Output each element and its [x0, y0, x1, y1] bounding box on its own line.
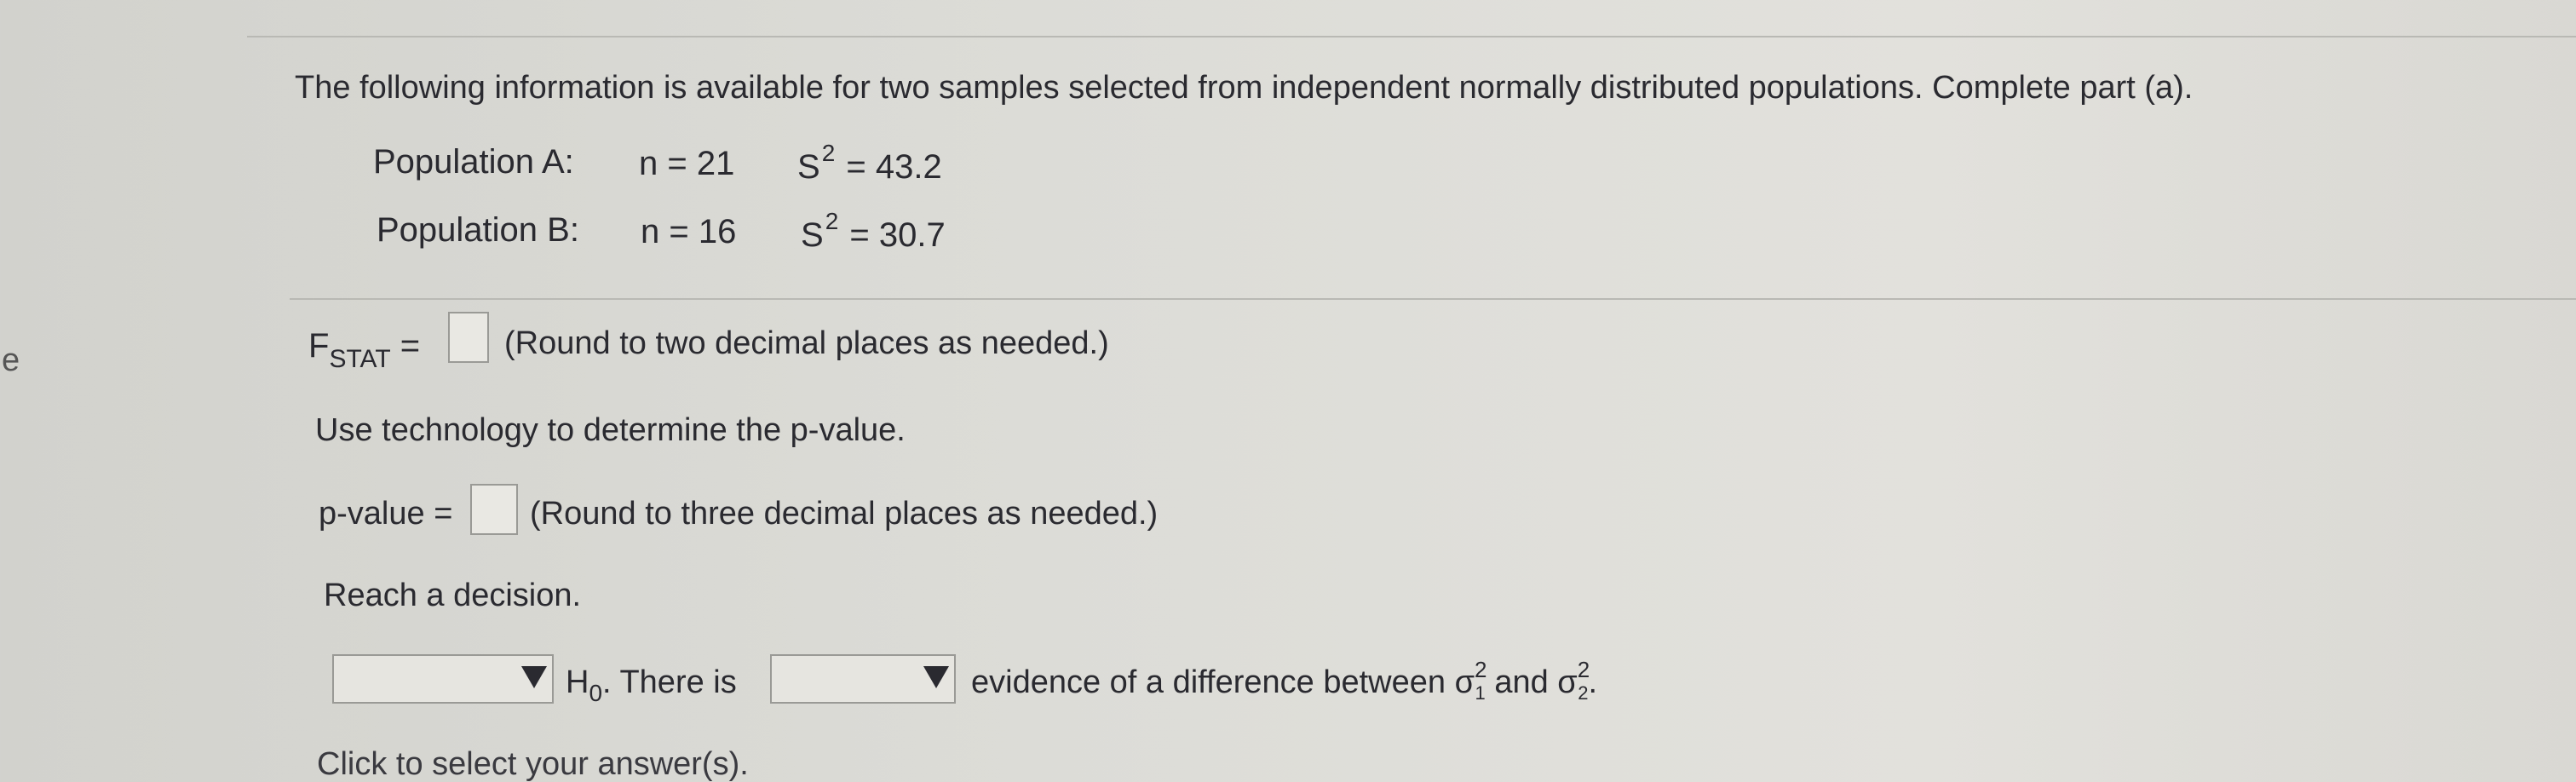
edge-letter: e [2, 342, 20, 378]
fstat-label: FSTAT = [308, 327, 421, 372]
and-text: and σ [1485, 664, 1578, 700]
evidence-dropdown[interactable] [770, 654, 956, 704]
sigma2-exponent: 2 [1577, 657, 1590, 682]
h0-rest: . There is [602, 664, 737, 700]
variance-exponent: 2 [821, 140, 836, 166]
decision-dropdown[interactable] [332, 654, 554, 704]
period: . [1588, 664, 1598, 700]
evidence-statement: evidence of a difference between σ21 and… [971, 658, 1598, 703]
dropdown-arrow-icon [521, 666, 547, 688]
population-b-label: Population B: [377, 211, 579, 249]
population-a-variance: S2 = 43.2 [797, 141, 942, 186]
population-a-n: n = 21 [639, 145, 735, 182]
technology-instruction: Use technology to determine the p-value. [315, 412, 906, 448]
question-intro: The following information is available f… [295, 70, 2194, 106]
variance-exponent: 2 [825, 208, 839, 234]
evidence-text: evidence of a difference between σ [971, 664, 1475, 700]
fstat-equals: = [390, 327, 421, 365]
pvalue-input[interactable] [470, 484, 518, 535]
click-to-select-hint: Click to select your answer(s). [317, 746, 749, 782]
null-hypothesis-text: H0. There is [566, 664, 737, 705]
pvalue-label: p-value = [319, 496, 453, 532]
section-divider [290, 298, 2576, 300]
variance-value: = 43.2 [837, 148, 942, 186]
fstat-rounding-note: (Round to two decimal places as needed.) [504, 325, 1109, 361]
h0-symbol: H [566, 664, 589, 700]
fstat-input[interactable] [448, 312, 489, 363]
sigma2-subscript: 2 [1578, 682, 1589, 704]
sigma1-exponent: 2 [1475, 657, 1487, 682]
population-b-variance: S2 = 30.7 [801, 210, 946, 254]
fstat-subscript: STAT [329, 345, 391, 373]
decision-heading: Reach a decision. [324, 578, 582, 613]
h0-subscript: 0 [589, 680, 603, 706]
dropdown-arrow-icon [923, 666, 949, 688]
population-a-label: Population A: [373, 143, 574, 181]
sigma1-subscript: 1 [1475, 682, 1486, 704]
pvalue-rounding-note: (Round to three decimal places as needed… [530, 496, 1159, 532]
variance-symbol: S [801, 216, 824, 254]
top-divider [247, 36, 2576, 37]
population-b-n: n = 16 [641, 213, 737, 250]
variance-value: = 30.7 [840, 216, 946, 254]
fstat-symbol: F [308, 327, 330, 365]
variance-symbol: S [797, 148, 820, 186]
